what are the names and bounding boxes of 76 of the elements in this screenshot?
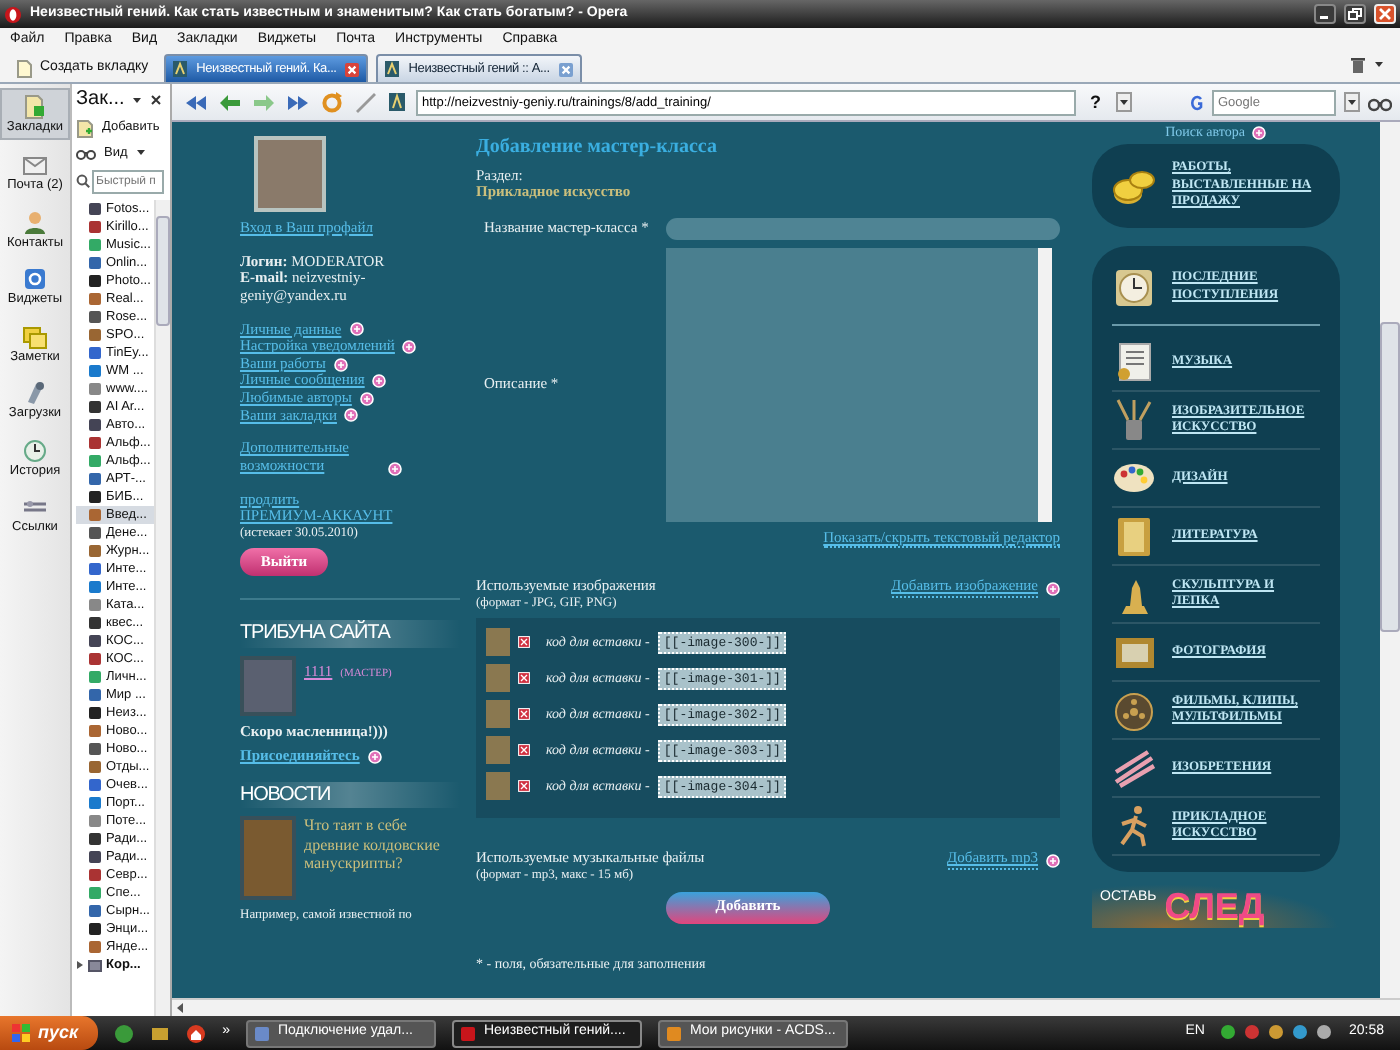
delete-icon[interactable] (518, 744, 530, 757)
scrollbar[interactable] (1380, 122, 1400, 998)
round-bullet-icon (367, 750, 382, 765)
minimize-icon[interactable] (1314, 4, 1336, 24)
round-bullet-icon (349, 322, 364, 337)
search-engine-icon (1190, 93, 1204, 111)
round-bullet-icon (388, 461, 402, 475)
round-bullet-icon (402, 339, 417, 354)
expand-arrow-icon[interactable] (76, 959, 84, 970)
photo-placeholder (486, 736, 510, 765)
trash-icon[interactable] (1350, 55, 1366, 73)
fast-forward-icon[interactable] (286, 91, 310, 113)
delete-icon[interactable] (518, 780, 530, 793)
close-icon[interactable] (150, 93, 163, 106)
delete-icon[interactable] (518, 636, 530, 649)
site-icon (388, 92, 406, 112)
home-icon[interactable] (186, 1023, 207, 1043)
app-icon (459, 1025, 476, 1041)
round-bullet-icon (1046, 853, 1060, 868)
browser-logo-icon (4, 5, 22, 23)
round-bullet-icon (333, 357, 348, 372)
widget-icon (22, 266, 48, 293)
folder-icon (88, 957, 102, 972)
scrollbar-thumb[interactable] (1380, 322, 1400, 632)
book-icon (1112, 514, 1156, 559)
close-icon[interactable] (344, 61, 361, 77)
page-title: Добавление мастер-класса (476, 136, 719, 159)
notes-icon (22, 323, 48, 350)
page-icon (16, 59, 32, 77)
clock-icon (1112, 265, 1156, 310)
bookmark-icon (22, 94, 48, 120)
globe-icon[interactable] (114, 1023, 135, 1043)
title-input[interactable] (666, 217, 1060, 240)
clock-icon (22, 437, 48, 464)
bookmark-add-icon (76, 119, 94, 137)
photo-placeholder (486, 664, 510, 693)
caret-icon[interactable] (1374, 60, 1384, 68)
binoculars-icon (76, 145, 96, 160)
app-icon (253, 1025, 270, 1041)
person-icon (22, 209, 48, 236)
photo-placeholder (486, 628, 510, 657)
delete-icon[interactable] (518, 708, 530, 721)
panel-title: Зак... (76, 88, 125, 111)
sheet-music-icon (1112, 340, 1156, 385)
search-icon (76, 174, 90, 189)
avatar-placeholder (254, 136, 326, 212)
caret-icon[interactable] (132, 95, 143, 104)
dropdown-button[interactable] (1115, 92, 1131, 112)
description-input[interactable] (666, 247, 1038, 522)
app-icon (665, 1025, 682, 1041)
rewind-icon[interactable] (184, 91, 208, 113)
delete-icon[interactable] (518, 672, 530, 685)
news-headline[interactable]: Что таят в себе древние колдовские манускрипты? (304, 816, 460, 901)
avatar-placeholder (240, 655, 296, 716)
envelope-icon (22, 152, 48, 179)
help-button[interactable]: ? (1086, 91, 1105, 113)
binoculars-icon[interactable] (1368, 93, 1392, 111)
site-icon (384, 60, 401, 78)
photo-placeholder (486, 700, 510, 729)
photo-placeholder (240, 816, 296, 901)
media-icon[interactable] (150, 1023, 171, 1043)
scrollbar-thumb[interactable] (156, 215, 170, 326)
windows-logo-icon (12, 1024, 30, 1042)
film-reel-icon (1112, 688, 1156, 733)
photo-placeholder (486, 772, 510, 801)
round-bullet-icon (1252, 125, 1267, 140)
start-button[interactable]: пуск (0, 1016, 99, 1050)
site-icon (172, 60, 189, 78)
brushes-icon (1112, 398, 1156, 443)
round-bullet-icon (1046, 581, 1060, 596)
dropdown-button[interactable] (1344, 92, 1360, 112)
back-icon[interactable] (218, 91, 242, 113)
pencils-icon (1112, 746, 1156, 791)
banner-title: СЛЕД (1164, 888, 1265, 925)
caret-icon[interactable] (135, 148, 146, 157)
restore-icon[interactable] (1344, 4, 1366, 24)
